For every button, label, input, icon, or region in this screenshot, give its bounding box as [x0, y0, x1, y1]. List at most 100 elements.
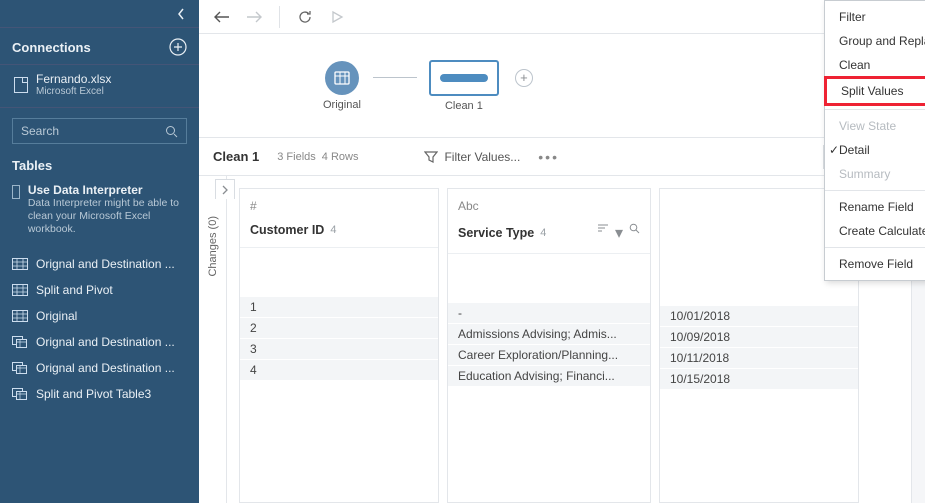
- filter-values-button[interactable]: Filter Values...: [424, 150, 520, 164]
- fields-count: 3 Fields: [277, 151, 316, 163]
- table-icon: [12, 310, 28, 322]
- data-cell[interactable]: 4: [240, 360, 438, 380]
- data-cell[interactable]: Education Advising; Financi...: [448, 366, 650, 386]
- search-icon: [165, 125, 178, 138]
- data-cell[interactable]: 2: [240, 318, 438, 338]
- filter-icon: [424, 150, 438, 164]
- menu-item: View State: [825, 114, 925, 138]
- interpreter-desc: Data Interpreter might be able to clean …: [28, 197, 187, 236]
- menu-separator: [825, 190, 925, 191]
- menu-separator: [825, 109, 925, 110]
- flow-node-original[interactable]: Original: [323, 61, 361, 111]
- changes-label: Changes (0): [207, 216, 219, 277]
- more-icon[interactable]: ▾: [615, 223, 623, 243]
- main-area: Original Clean 1 + Clean 1 3 Fields 4 Ro…: [199, 0, 925, 503]
- data-grid-area: Changes (0) #Customer ID41234AbcService …: [199, 176, 925, 503]
- menu-item-label: Group and Replace: [839, 34, 925, 48]
- data-cell[interactable]: 1: [240, 297, 438, 317]
- menu-item[interactable]: Rename Field: [825, 195, 925, 219]
- data-cell[interactable]: 10/11/2018: [660, 348, 858, 368]
- data-cell[interactable]: -: [448, 303, 650, 323]
- table-label: Original: [36, 309, 77, 323]
- table-label: Split and Pivot: [36, 283, 113, 297]
- menu-item-label: Rename Field: [839, 200, 914, 214]
- datatype-icon[interactable]: Abc: [458, 199, 479, 213]
- columns-container: #Customer ID41234AbcService Type4▾-Admis…: [227, 176, 925, 503]
- flow-node-clean[interactable]: Clean 1: [429, 60, 499, 112]
- menu-item[interactable]: Create Calculated Field...: [825, 219, 925, 243]
- add-step-button[interactable]: +: [515, 69, 533, 87]
- menu-item[interactable]: Filter▶: [825, 5, 925, 29]
- run-button[interactable]: [326, 6, 348, 28]
- step-header: Clean 1 3 Fields 4 Rows Filter Values...…: [199, 138, 925, 176]
- table-label: Orignal and Destination ...: [36, 361, 175, 375]
- menu-item[interactable]: Group and Replace▶: [825, 29, 925, 53]
- menu-item[interactable]: Remove Field: [825, 252, 925, 276]
- table-list: Orignal and Destination ... Split and Piv…: [0, 245, 199, 407]
- file-icon: [14, 77, 28, 93]
- data-cell[interactable]: Career Exploration/Planning...: [448, 345, 650, 365]
- data-cell[interactable]: 3: [240, 339, 438, 359]
- search-input[interactable]: Search: [12, 118, 187, 144]
- menu-item[interactable]: ✓Detail: [825, 138, 925, 162]
- changes-collapse-toggle[interactable]: [215, 179, 235, 199]
- data-column[interactable]: #Customer ID41234: [239, 188, 439, 503]
- search-placeholder: Search: [21, 124, 59, 138]
- connections-label: Connections: [12, 40, 91, 55]
- connection-item[interactable]: Fernando.xlsx Microsoft Excel: [0, 65, 199, 108]
- menu-item-label: Filter: [839, 10, 866, 24]
- chevron-left-icon: [177, 8, 185, 20]
- sort-icon[interactable]: [597, 223, 609, 233]
- search-icon[interactable]: [629, 223, 640, 234]
- table-item[interactable]: Split and Pivot Table3: [0, 381, 199, 407]
- menu-separator: [825, 247, 925, 248]
- datatype-icon[interactable]: #: [250, 199, 257, 213]
- node-label: Clean 1: [445, 100, 483, 112]
- interpreter-title: Use Data Interpreter: [28, 183, 187, 197]
- checkbox-icon[interactable]: [12, 185, 20, 199]
- table-item[interactable]: Orignal and Destination ...: [0, 329, 199, 355]
- data-interpreter-option[interactable]: Use Data Interpreter Data Interpreter mi…: [0, 179, 199, 244]
- table-label: Orignal and Destination ...: [36, 257, 175, 271]
- menu-item-label: Detail: [839, 143, 870, 157]
- data-column[interactable]: Abc Service Type 4 ▾ -Admissions Advising; A…: [447, 188, 651, 503]
- data-cell[interactable]: Admissions Advising; Admis...: [448, 324, 650, 344]
- context-menu: Filter▶Group and Replace▶Clean▶Split Val…: [824, 0, 925, 281]
- changes-panel[interactable]: Changes (0): [199, 176, 227, 503]
- menu-item[interactable]: Clean▶: [825, 53, 925, 77]
- menu-item[interactable]: Split Values▶: [824, 76, 925, 106]
- table-item[interactable]: Orignal and Destination ...: [0, 355, 199, 381]
- sidebar-collapse-button[interactable]: [0, 0, 199, 28]
- table-icon: [12, 284, 28, 296]
- node-label: Original: [323, 99, 361, 111]
- filter-label: Filter Values...: [444, 150, 520, 164]
- menu-item: Summary: [825, 162, 925, 186]
- table-item[interactable]: Orignal and Destination ...: [0, 251, 199, 277]
- back-button[interactable]: [211, 6, 233, 28]
- menu-item-label: Create Calculated Field...: [839, 224, 925, 238]
- chevron-right-icon: [222, 185, 229, 195]
- table-item[interactable]: Split and Pivot: [0, 277, 199, 303]
- table-item[interactable]: Original: [0, 303, 199, 329]
- flow-connector: [373, 77, 417, 78]
- connection-type: Microsoft Excel: [36, 86, 111, 97]
- refresh-button[interactable]: [294, 6, 316, 28]
- add-connection-icon[interactable]: [169, 38, 187, 56]
- table-label: Orignal and Destination ...: [36, 335, 175, 349]
- more-options-button[interactable]: •••: [538, 149, 559, 165]
- table-source-icon: [325, 61, 359, 95]
- column-title: Customer ID: [250, 223, 324, 237]
- forward-button[interactable]: [243, 6, 265, 28]
- left-sidebar: Connections Fernando.xlsx Microsoft Exce…: [0, 0, 199, 503]
- menu-item-label: Split Values: [841, 84, 903, 98]
- data-cell[interactable]: 10/15/2018: [660, 369, 858, 389]
- data-cell[interactable]: 10/01/2018: [660, 306, 858, 326]
- column-title: Service Type: [458, 226, 534, 240]
- table-label: Split and Pivot Table3: [36, 387, 151, 401]
- column-count: 4: [540, 227, 546, 239]
- menu-item-label: View State: [839, 119, 896, 133]
- data-cell[interactable]: 10/09/2018: [660, 327, 858, 347]
- flow-canvas[interactable]: Original Clean 1 +: [199, 34, 925, 138]
- connection-filename: Fernando.xlsx: [36, 73, 111, 86]
- menu-item-label: Clean: [839, 58, 870, 72]
